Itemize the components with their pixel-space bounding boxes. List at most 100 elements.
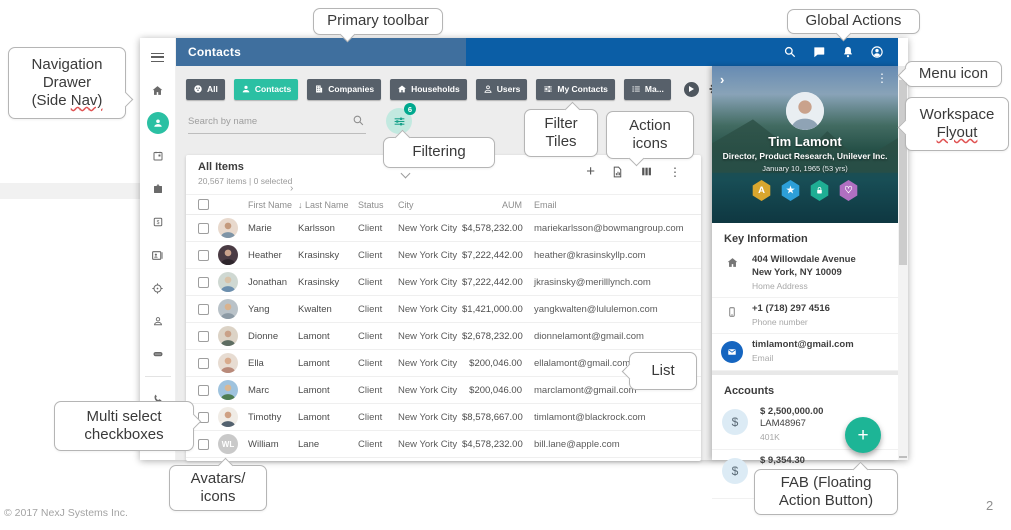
filter-tiles: All Contacts Companies Households Users bbox=[186, 78, 722, 100]
global-actions bbox=[783, 45, 898, 59]
contact-avatar bbox=[786, 92, 824, 130]
page-title: Contacts bbox=[188, 45, 241, 59]
notifications-icon[interactable] bbox=[841, 45, 855, 59]
fab-add-button[interactable]: + bbox=[845, 417, 881, 453]
navigation-drawer: $ bbox=[140, 38, 176, 460]
tile-households[interactable]: Households bbox=[390, 79, 467, 100]
row-checkbox[interactable] bbox=[198, 277, 209, 288]
row-checkbox[interactable] bbox=[198, 358, 209, 369]
workspace-flyout: › ⋮ Tim Lamont Director, Product Researc… bbox=[712, 66, 898, 460]
key-information-heading: Key Information bbox=[712, 223, 898, 249]
toolbar-title-segment: Contacts bbox=[176, 38, 466, 66]
tile-ma-truncated[interactable]: Ma... bbox=[624, 79, 671, 100]
more-vertical-icon[interactable]: ⋮ bbox=[669, 166, 681, 178]
column-email[interactable]: Email bbox=[522, 200, 701, 210]
search-row: 6 bbox=[188, 112, 448, 138]
copyright-text: © 2017 NexJ Systems Inc. bbox=[4, 507, 128, 519]
dollar-icon: $ bbox=[722, 409, 748, 435]
table-row[interactable]: Marc Lamont Client New York City $200,04… bbox=[186, 377, 701, 404]
briefcase-icon[interactable] bbox=[143, 177, 173, 201]
table-body: Marie Karlsson Client New York City $4,5… bbox=[186, 215, 701, 458]
columns-icon[interactable] bbox=[640, 165, 653, 178]
home-icon bbox=[397, 84, 407, 94]
tile-my-contacts[interactable]: My Contacts bbox=[536, 79, 615, 100]
search-input[interactable] bbox=[188, 112, 366, 134]
row-checkbox[interactable] bbox=[198, 439, 209, 450]
column-first-name[interactable]: First Name bbox=[248, 200, 298, 210]
row-checkbox[interactable] bbox=[198, 250, 209, 261]
star-badge[interactable]: ★ bbox=[781, 180, 801, 201]
contact-card-icon[interactable] bbox=[143, 243, 173, 267]
home-icon bbox=[726, 256, 739, 269]
table-row[interactable]: Jonathan Krasinsky Client New York City … bbox=[186, 269, 701, 296]
home-icon[interactable] bbox=[143, 78, 173, 102]
callout-global-actions: Global Actions bbox=[787, 9, 920, 34]
person-icon[interactable] bbox=[143, 309, 173, 333]
flyout-menu-icon[interactable]: ⋮ bbox=[876, 71, 888, 85]
table-row[interactable]: WL William Lane Client New York City $4,… bbox=[186, 431, 701, 458]
search-icon[interactable] bbox=[352, 114, 365, 127]
chevron-right-icon[interactable]: › bbox=[290, 183, 293, 194]
chevron-right-circle-icon[interactable] bbox=[684, 82, 699, 97]
heart-badge[interactable]: ♡ bbox=[839, 180, 859, 201]
row-checkbox[interactable] bbox=[198, 223, 209, 234]
grade-a-badge[interactable]: A bbox=[752, 180, 772, 201]
callout-workspace-flyout: Workspace Flyout bbox=[905, 97, 1009, 151]
mobile-icon bbox=[726, 305, 738, 319]
tile-label: Users bbox=[497, 84, 521, 94]
table-row[interactable]: Marie Karlsson Client New York City $4,5… bbox=[186, 215, 701, 242]
row-checkbox[interactable] bbox=[198, 331, 209, 342]
sort-desc-icon: ↓ bbox=[298, 200, 303, 210]
table-header: First Name ↓ Last Name Status City AUM E… bbox=[186, 195, 701, 215]
target-icon[interactable] bbox=[143, 276, 173, 300]
avatar bbox=[218, 380, 238, 400]
chevron-down-icon[interactable] bbox=[401, 169, 411, 179]
chat-icon[interactable] bbox=[812, 45, 826, 59]
column-status[interactable]: Status bbox=[358, 200, 398, 210]
table-row[interactable]: Timothy Lamont Client New York City $8,5… bbox=[186, 404, 701, 431]
tile-companies[interactable]: Companies bbox=[307, 79, 381, 100]
avatar bbox=[218, 245, 238, 265]
tile-label: Companies bbox=[328, 84, 374, 94]
sidebar-item-contacts[interactable] bbox=[143, 111, 173, 135]
tile-contacts[interactable]: Contacts bbox=[234, 79, 298, 100]
table-row[interactable]: Yang Kwalten Client New York City $1,421… bbox=[186, 296, 701, 323]
column-aum[interactable]: AUM bbox=[462, 200, 522, 210]
menu-icon[interactable] bbox=[143, 45, 173, 69]
background-band bbox=[0, 183, 140, 199]
slide: $ Contacts bbox=[0, 0, 1011, 530]
label-ellipsis-icon[interactable] bbox=[143, 342, 173, 366]
collapse-chevron-icon[interactable]: › bbox=[720, 72, 724, 87]
scrollbar-bottom bbox=[899, 456, 907, 458]
billing-icon[interactable]: $ bbox=[143, 210, 173, 234]
avatar bbox=[218, 353, 238, 373]
table-row[interactable]: Dionne Lamont Client New York City $2,67… bbox=[186, 323, 701, 350]
avatar bbox=[218, 218, 238, 238]
tile-users[interactable]: Users bbox=[476, 79, 528, 100]
search-icon[interactable] bbox=[783, 45, 797, 59]
key-info-item-phone[interactable]: +1 (718) 297 4516 Phone number bbox=[712, 298, 898, 334]
lock-badge[interactable] bbox=[810, 180, 830, 201]
key-info-item-address[interactable]: 404 Willowdale Avenue New York, NY 10009… bbox=[712, 249, 898, 298]
tile-all[interactable]: All bbox=[186, 79, 225, 100]
filter-count-badge: 6 bbox=[404, 103, 416, 115]
caption: Phone number bbox=[752, 317, 830, 328]
list-card: All Items 20,567 items | 0 selected › + … bbox=[186, 155, 701, 461]
column-last-name[interactable]: ↓ Last Name bbox=[298, 200, 358, 210]
key-info-item-email[interactable]: timlamont@gmail.com Email bbox=[712, 334, 898, 370]
export-icon[interactable] bbox=[611, 165, 624, 179]
table-row[interactable]: Heather Krasinsky Client New York City $… bbox=[186, 242, 701, 269]
rail-divider bbox=[145, 376, 171, 377]
account-icon[interactable] bbox=[870, 45, 884, 59]
add-icon[interactable]: + bbox=[586, 164, 595, 179]
calendar-icon[interactable] bbox=[143, 144, 173, 168]
tile-label: Contacts bbox=[255, 84, 291, 94]
row-checkbox[interactable] bbox=[198, 385, 209, 396]
row-checkbox[interactable] bbox=[198, 304, 209, 315]
crm-app: $ Contacts bbox=[140, 38, 908, 460]
person-icon bbox=[241, 84, 251, 94]
select-all-checkbox[interactable] bbox=[198, 199, 209, 210]
badge-row: A ★ ♡ bbox=[752, 180, 859, 201]
column-city[interactable]: City bbox=[398, 200, 462, 210]
primary-toolbar: Contacts bbox=[176, 38, 898, 66]
